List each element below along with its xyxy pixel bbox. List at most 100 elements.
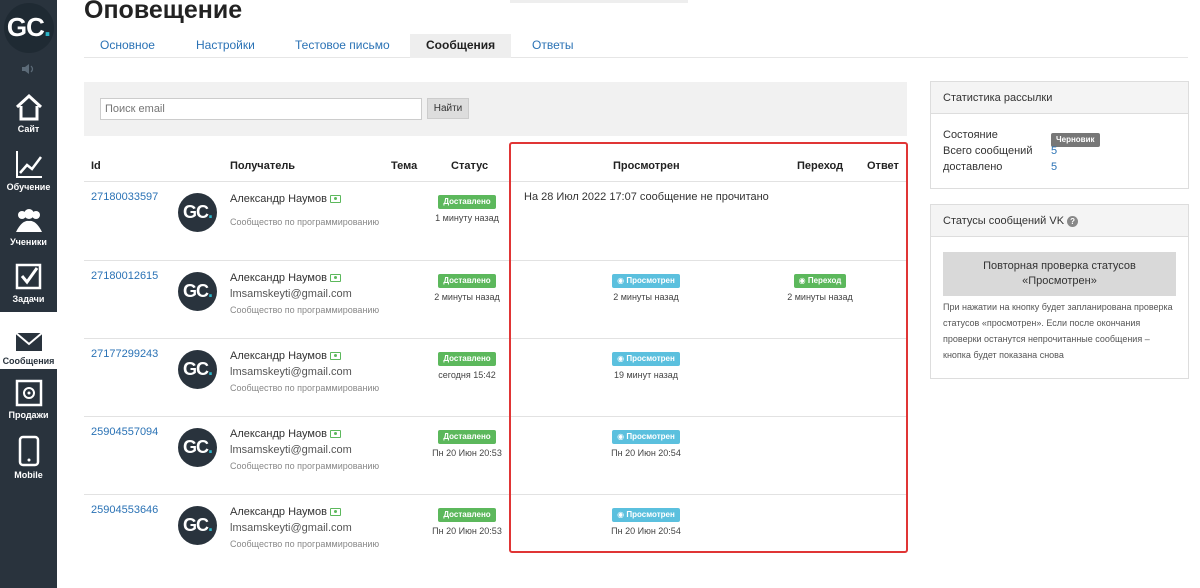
status-time: 2 минуты назад	[434, 292, 500, 302]
sidebar-item-site[interactable]: Сайт	[0, 80, 57, 137]
vk-icon	[329, 508, 341, 516]
help-icon[interactable]: ?	[1067, 215, 1079, 227]
sidebar-item-label: Ученики	[10, 237, 47, 247]
delivered-label: доставлено	[943, 161, 1003, 173]
top-strip	[510, 0, 688, 3]
safe-icon	[15, 379, 42, 407]
status-badge: Доставлено	[438, 352, 496, 366]
users-icon	[15, 209, 42, 232]
column-header-status: Статус	[451, 160, 489, 172]
logo-dot: .	[43, 12, 51, 42]
recheck-status-button[interactable]: Повторная проверка статусов «Просмотрен»	[943, 252, 1176, 296]
vk-icon	[329, 274, 341, 282]
avatar: GC.	[178, 193, 217, 232]
status-time: Пн 20 Июн 20:53	[432, 448, 502, 458]
recipient-cell: Александр Наумов Сообщество по программи…	[230, 191, 379, 230]
sidebar-item-mobile[interactable]: Mobile	[0, 426, 57, 483]
logo[interactable]: GC.	[0, 0, 57, 55]
search-panel: Найти	[84, 82, 907, 136]
search-input[interactable]	[100, 98, 422, 120]
highlight-frame	[509, 142, 908, 553]
sidebar: GC. Сайт Обучение Ученики Задачи Сообщен…	[0, 0, 57, 588]
message-id-link[interactable]: 25904553646	[91, 504, 158, 516]
state-label: Состояние	[943, 129, 998, 141]
recheck-button-line1: Повторная проверка статусов	[983, 260, 1136, 272]
state-value: Черновик	[1051, 129, 1100, 147]
recipient-email: lmsamskeyti@gmail.com	[230, 366, 352, 378]
tab-settings[interactable]: Настройки	[180, 34, 271, 58]
status-cell: Доставлено 2 минуты назад	[417, 270, 517, 302]
avatar: GC.	[178, 506, 217, 545]
avatar: GC.	[178, 350, 217, 389]
status-cell: Доставлено 1 минуту назад	[417, 191, 517, 223]
avatar: GC.	[178, 428, 217, 467]
vk-icon	[329, 352, 341, 360]
avatar: GC.	[178, 272, 217, 311]
school-name: Сообщество по программированию	[230, 217, 380, 227]
vk-panel-title: Статусы сообщений VK	[943, 215, 1065, 227]
recheck-button-line2: «Просмотрен»	[1022, 275, 1097, 287]
status-cell: Доставлено Пн 20 Июн 20:53	[417, 504, 517, 536]
sidebar-item-label: Сайт	[17, 124, 40, 134]
recipient-name[interactable]: Александр Наумов	[230, 348, 327, 364]
recipient-cell: Александр Наумов lmsamskeyti@gmail.com С…	[230, 348, 379, 396]
search-button[interactable]: Найти	[427, 98, 469, 119]
column-header-recipient: Получатель	[230, 160, 296, 172]
tab-main[interactable]: Основное	[84, 34, 171, 58]
message-id-link[interactable]: 27180033597	[91, 191, 158, 203]
school-name: Сообщество по программированию	[230, 383, 380, 393]
checkbox-icon	[15, 263, 41, 290]
total-label: Всего сообщений	[943, 145, 1033, 157]
recipient-email: lmsamskeyti@gmail.com	[230, 444, 352, 456]
sidebar-item-messages[interactable]: Сообщения	[0, 312, 57, 369]
school-name: Сообщество по программированию	[230, 461, 380, 471]
school-name: Сообщество по программированию	[230, 305, 380, 315]
status-cell: Доставлено Пн 20 Июн 20:53	[417, 426, 517, 458]
stats-panel-title: Статистика рассылки	[931, 82, 1188, 114]
tab-messages[interactable]: Сообщения	[410, 34, 512, 58]
sidebar-item-learning[interactable]: Обучение	[0, 138, 57, 195]
total-value[interactable]: 5	[1051, 145, 1057, 157]
phone-icon	[18, 435, 39, 467]
recipient-cell: Александр Наумов lmsamskeyti@gmail.com С…	[230, 426, 379, 474]
speaker-icon[interactable]	[0, 63, 57, 78]
house-icon	[15, 93, 42, 121]
delivered-value[interactable]: 5	[1051, 161, 1057, 173]
message-id-link[interactable]: 25904557094	[91, 426, 158, 438]
recipient-name[interactable]: Александр Наумов	[230, 426, 327, 442]
sidebar-item-tasks[interactable]: Задачи	[0, 250, 57, 307]
status-badge: Доставлено	[438, 508, 496, 522]
envelope-icon	[14, 332, 43, 351]
vk-icon	[329, 430, 341, 438]
recipient-name[interactable]: Александр Наумов	[230, 191, 327, 207]
recipient-email: lmsamskeyti@gmail.com	[230, 522, 352, 534]
tab-test-email[interactable]: Тестовое письмо	[279, 34, 406, 58]
status-badge: Доставлено	[438, 274, 496, 288]
sidebar-item-sales[interactable]: Продажи	[0, 366, 57, 423]
page-title: Оповещение	[84, 0, 243, 24]
draft-badge: Черновик	[1051, 133, 1100, 147]
vk-panel-header: Статусы сообщений VK?	[931, 205, 1188, 237]
vk-icon	[329, 195, 341, 203]
message-id-link[interactable]: 27177299243	[91, 348, 158, 360]
sidebar-item-students[interactable]: Ученики	[0, 193, 57, 250]
logo-mark: GC.	[3, 2, 54, 53]
recipient-cell: Александр Наумов lmsamskeyti@gmail.com С…	[230, 270, 379, 318]
recipient-name[interactable]: Александр Наумов	[230, 504, 327, 520]
recipient-name[interactable]: Александр Наумов	[230, 270, 327, 286]
status-cell: Доставлено сегодня 15:42	[417, 348, 517, 380]
recipient-cell: Александр Наумов lmsamskeyti@gmail.com С…	[230, 504, 379, 552]
status-badge: Доставлено	[438, 195, 496, 209]
status-time: Пн 20 Июн 20:53	[432, 526, 502, 536]
recheck-note: При нажатии на кнопку будет запланирован…	[943, 302, 1173, 360]
tab-replies[interactable]: Ответы	[516, 34, 589, 58]
sidebar-item-label: Обучение	[6, 182, 51, 192]
tab-bar: Основное Настройки Тестовое письмо Сообщ…	[84, 34, 1188, 58]
status-time: сегодня 15:42	[438, 370, 496, 380]
sidebar-item-label: Сообщения	[2, 356, 55, 366]
recipient-email: lmsamskeyti@gmail.com	[230, 288, 352, 300]
vk-status-panel: Статусы сообщений VK? Повторная проверка…	[930, 204, 1189, 379]
sidebar-item-label: Продажи	[8, 410, 49, 420]
message-id-link[interactable]: 27180012615	[91, 270, 158, 282]
column-header-id: Id	[91, 160, 101, 172]
